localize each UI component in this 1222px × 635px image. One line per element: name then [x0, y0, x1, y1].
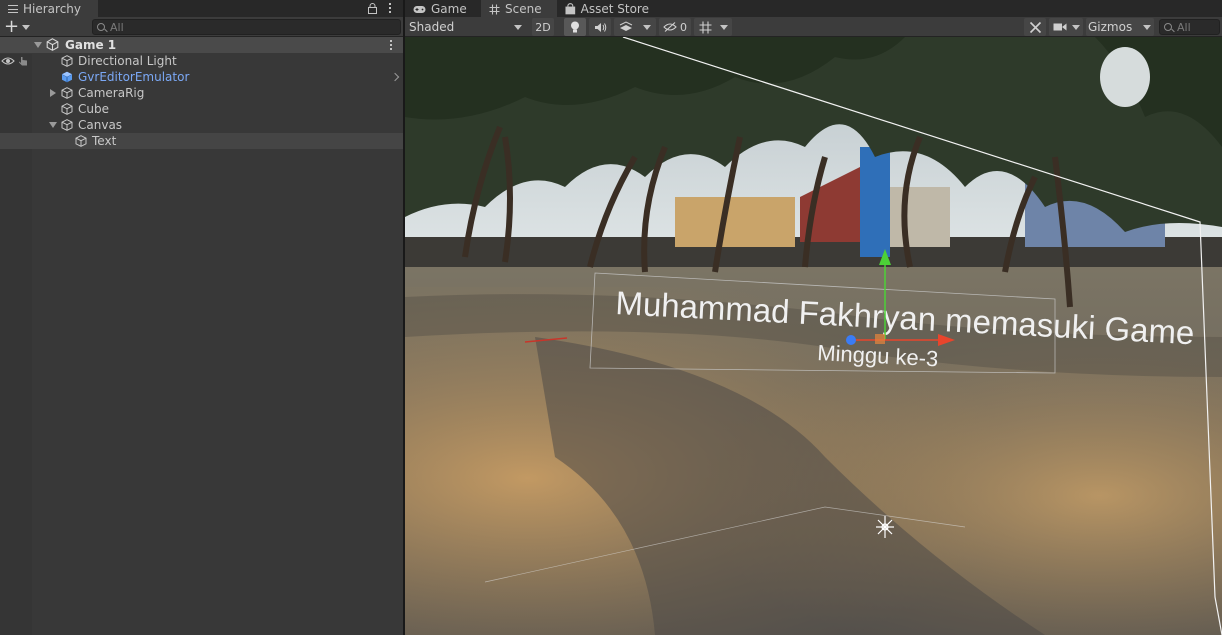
draw-mode-label: Shaded — [409, 20, 455, 34]
toggle-2d-button[interactable]: 2D — [532, 18, 554, 36]
hierarchy-item-label: Cube — [78, 102, 109, 116]
scene-toolbar: Shaded 2D 0 Gizmos All — [405, 17, 1222, 37]
hierarchy-tree: Game 1 Directional Light GvrEditorEmulat… — [0, 37, 403, 149]
scene-tabbar: Game Scene Asset Store — [405, 0, 1222, 17]
video-camera-icon — [1053, 23, 1066, 31]
tools-button[interactable] — [1024, 18, 1046, 36]
cube-icon — [61, 103, 73, 115]
tab-asset-store[interactable]: Asset Store — [557, 0, 657, 17]
scene-viewport[interactable]: Muhammad Fakhryan memasuki Game Minggu k… — [405, 37, 1222, 635]
tab-scene[interactable]: Scene — [481, 0, 557, 17]
grid-icon — [699, 21, 711, 33]
sky-gap — [1100, 47, 1150, 107]
lighting-toggle-button[interactable] — [564, 18, 586, 36]
lightbulb-icon — [571, 21, 579, 32]
tab-asset-store-label: Asset Store — [580, 2, 649, 16]
gizmo-plane-handle[interactable] — [875, 334, 885, 344]
foldout-open-icon[interactable] — [49, 122, 57, 128]
hierarchy-menu-icon[interactable] — [389, 3, 392, 13]
scene-menu-icon[interactable] — [390, 40, 393, 50]
white-building — [890, 187, 950, 247]
hierarchy-item-text[interactable]: Text — [0, 133, 403, 149]
hierarchy-item-canvas[interactable]: Canvas — [0, 117, 403, 133]
scene-row[interactable]: Game 1 — [0, 37, 403, 53]
draw-mode-dropdown[interactable]: Shaded — [405, 18, 525, 36]
cube-icon — [61, 119, 73, 131]
tab-game-label: Game — [431, 2, 467, 16]
hierarchy-item-gvreditoremulator[interactable]: GvrEditorEmulator — [0, 69, 403, 85]
hierarchy-search-placeholder: All — [110, 20, 124, 34]
hierarchy-toolbar: + All — [0, 17, 403, 37]
tab-scene-label: Scene — [505, 2, 542, 16]
cube-icon — [61, 87, 73, 99]
gizmos-label: Gizmos — [1088, 20, 1133, 34]
chevron-down-icon — [719, 24, 728, 30]
hierarchy-item-label: Canvas — [78, 118, 123, 132]
hierarchy-item-directional-light[interactable]: Directional Light — [0, 53, 403, 69]
blue-tower — [860, 147, 890, 257]
chevron-down-icon — [22, 24, 31, 30]
hierarchy-tabbar: Hierarchy — [0, 0, 403, 17]
gamepad-icon — [413, 5, 426, 13]
scene-search-placeholder: All — [1177, 20, 1191, 34]
camera-settings-dropdown[interactable] — [1049, 18, 1083, 36]
hierarchy-item-cube[interactable]: Cube — [0, 101, 403, 117]
chevron-down-icon — [1143, 25, 1151, 30]
hierarchy-item-label: CameraRig — [78, 86, 145, 100]
search-icon — [97, 23, 105, 31]
chevron-down-icon — [643, 24, 651, 30]
hierarchy-item-label: Directional Light — [78, 54, 177, 68]
foldout-closed-icon[interactable] — [50, 89, 56, 97]
scene-name: Game 1 — [65, 38, 117, 52]
gizmo-z-handle[interactable] — [846, 335, 856, 345]
list-icon — [8, 5, 18, 13]
yellow-building — [675, 197, 795, 247]
grid-snap-dropdown[interactable] — [694, 18, 732, 36]
pointer-hand-icon[interactable] — [18, 56, 28, 66]
cube-icon — [61, 55, 73, 67]
audio-toggle-button[interactable] — [589, 18, 611, 36]
hierarchy-panel: Hierarchy + All Game 1 Directional Light… — [0, 0, 403, 635]
hidden-objects-toggle[interactable]: 0 — [659, 18, 691, 36]
plus-icon: + — [4, 16, 20, 37]
wrench-hammer-icon — [1029, 21, 1041, 33]
tab-hierarchy-label: Hierarchy — [23, 2, 82, 16]
layers-effects-icon — [619, 21, 633, 31]
chevron-right-icon[interactable] — [390, 72, 400, 82]
chevron-down-icon — [1071, 24, 1080, 30]
search-icon — [1164, 23, 1172, 31]
scene-search-input[interactable]: All — [1159, 19, 1220, 35]
speaker-icon — [594, 22, 606, 32]
hierarchy-item-label: GvrEditorEmulator — [78, 70, 190, 84]
tab-game[interactable]: Game — [405, 0, 481, 17]
prefab-cube-icon — [61, 71, 73, 83]
effects-dropdown[interactable] — [614, 18, 656, 36]
hierarchy-item-camerarig[interactable]: CameraRig — [0, 85, 403, 101]
lock-icon[interactable] — [368, 3, 377, 14]
toggle-2d-label: 2D — [535, 20, 551, 34]
eye-icon[interactable] — [1, 56, 15, 66]
foldout-open-icon[interactable] — [34, 42, 42, 48]
shopping-bag-icon — [565, 3, 576, 15]
grid-hash-icon — [489, 4, 500, 14]
unity-scene-icon — [46, 38, 59, 51]
chevron-down-icon — [514, 25, 522, 30]
scene-panel: Game Scene Asset Store Shaded 2D 0 Gizmo… — [405, 0, 1222, 635]
hidden-count: 0 — [680, 20, 687, 34]
tab-hierarchy[interactable]: Hierarchy — [0, 0, 98, 17]
create-button[interactable]: + — [4, 18, 34, 36]
eye-slash-icon — [663, 22, 677, 32]
gizmos-dropdown[interactable]: Gizmos — [1086, 18, 1154, 36]
hierarchy-search-input[interactable]: All — [92, 19, 401, 35]
cube-icon — [75, 135, 87, 147]
scene-view-canvas[interactable]: Muhammad Fakhryan memasuki Game Minggu k… — [405, 37, 1222, 635]
hierarchy-item-label: Text — [92, 134, 117, 148]
